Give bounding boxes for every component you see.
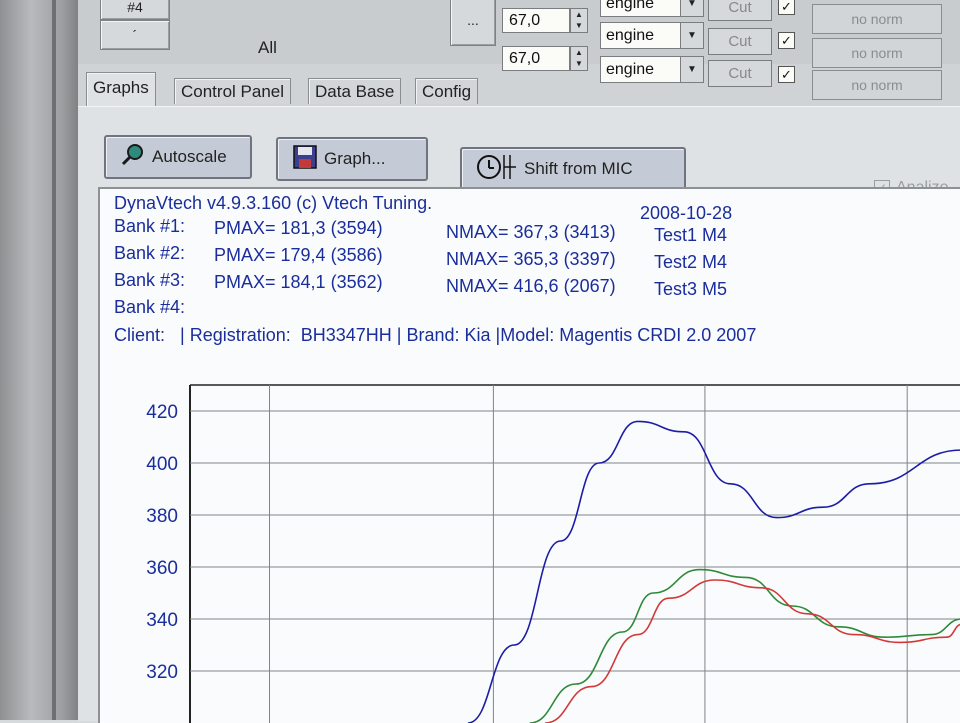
bank-4-label: Bank #4: [114, 297, 186, 317]
graphs-panel: Autoscale Graph... Shift from MIC DynaVt… [78, 106, 960, 723]
client-line: Client: | Registration: BH3347HH | Brand… [114, 325, 757, 345]
mode-select-0[interactable]: engine ▼ [600, 0, 704, 17]
bank-2-label: Bank #2: [114, 243, 186, 263]
report-date: 2008-10-28 [640, 203, 733, 223]
graph-label: Graph... [324, 149, 386, 168]
value-field-2[interactable]: 67,0 [502, 46, 570, 71]
bank-3-pmax: PMAX= 184,1 (3562) [214, 272, 383, 292]
autoscale-button[interactable]: Autoscale [104, 135, 252, 179]
bank-2-pmax: PMAX= 179,4 (3586) [214, 245, 383, 265]
ellipsis-button[interactable]: ... [450, 0, 496, 46]
bank-1-pmax: PMAX= 181,3 (3594) [214, 218, 383, 238]
bezel-edge [52, 0, 56, 720]
chevron-down-icon: ▼ [680, 0, 703, 16]
all-label: All [258, 38, 277, 57]
bank-2-test: Test2 M4 [654, 252, 728, 272]
bank-2-nmax: NMAX= 365,3 (3397) [446, 249, 616, 269]
y-tick-label: 420 [146, 402, 178, 423]
series-line-1 [467, 420, 960, 723]
y-tick-label: 400 [146, 454, 178, 475]
y-tick-label: 380 [146, 506, 178, 527]
graph-button[interactable]: Graph... [276, 137, 428, 181]
norm-button-0[interactable]: no norm [812, 4, 942, 34]
tab-control-panel[interactable]: Control Panel [174, 78, 292, 104]
mode-select-1-value: engine [606, 27, 655, 44]
series-line-2 [529, 568, 960, 723]
tab-config[interactable]: Config [415, 78, 479, 104]
y-tick-labels: 320 340 360 380 400 420 [146, 402, 178, 683]
power-chart: 320 340 360 380 400 420 [146, 384, 960, 723]
bank-3-label: Bank #3: [114, 270, 186, 290]
enable-checkbox-1[interactable]: ✓ [778, 32, 795, 49]
autoscale-label: Autoscale [152, 147, 227, 166]
tab-strip: Graphs Control Panel Data Base Config [78, 72, 960, 106]
dyno-window: #4 ´ All ... 67,0 ▲ ▼ 67,0 ▲ ▼ engine ▼ eng… [78, 0, 960, 723]
bank-3-test: Test3 M5 [654, 279, 728, 299]
spin-icon-2[interactable]: ▲ ▼ [570, 46, 588, 71]
chart-grid [189, 384, 960, 723]
series-line-3 [545, 579, 960, 723]
cut-button-0[interactable]: Cut [708, 0, 772, 21]
tab-graphs[interactable]: Graphs [86, 72, 156, 106]
mode-select-0-value: engine [606, 0, 655, 12]
enable-checkbox-0[interactable]: ✓ [778, 0, 795, 15]
bank-1-test: Test1 M4 [654, 225, 728, 245]
small-button[interactable]: ´ [100, 20, 170, 50]
spin-icon-1[interactable]: ▲ ▼ [570, 8, 588, 33]
chevron-down-icon: ▼ [680, 23, 703, 48]
hash-button[interactable]: #4 [100, 0, 170, 20]
norm-button-1[interactable]: no norm [812, 38, 942, 68]
monitor-bezel [0, 0, 78, 720]
y-tick-label: 340 [146, 610, 178, 631]
shift-from-mic-label: Shift from MIC [524, 159, 633, 178]
bank-1-nmax: NMAX= 367,3 (3413) [446, 222, 616, 242]
tab-data-base[interactable]: Data Base [308, 78, 402, 104]
shift-from-mic-button[interactable]: Shift from MIC [460, 147, 686, 191]
mode-select-1[interactable]: engine ▼ [600, 22, 704, 49]
channel-toolbar: #4 ´ All ... 67,0 ▲ ▼ 67,0 ▲ ▼ engine ▼ eng… [78, 0, 960, 100]
dyno-report: DynaVtech v4.9.3.160 (c) Vtech Tuning. 2… [98, 187, 960, 723]
bank-1-label: Bank #1: [114, 216, 186, 236]
report-title: DynaVtech v4.9.3.160 (c) Vtech Tuning. [114, 193, 433, 213]
magnifier-icon [120, 142, 146, 173]
bank-3-nmax: NMAX= 416,6 (2067) [446, 276, 616, 296]
cut-button-1[interactable]: Cut [708, 28, 772, 55]
chart-series [467, 420, 960, 723]
value-field-1[interactable]: 67,0 [502, 8, 570, 33]
gearshift-icon [476, 152, 518, 187]
y-tick-label: 360 [146, 558, 178, 579]
y-tick-label: 320 [146, 662, 178, 683]
save-disk-icon [292, 144, 318, 175]
